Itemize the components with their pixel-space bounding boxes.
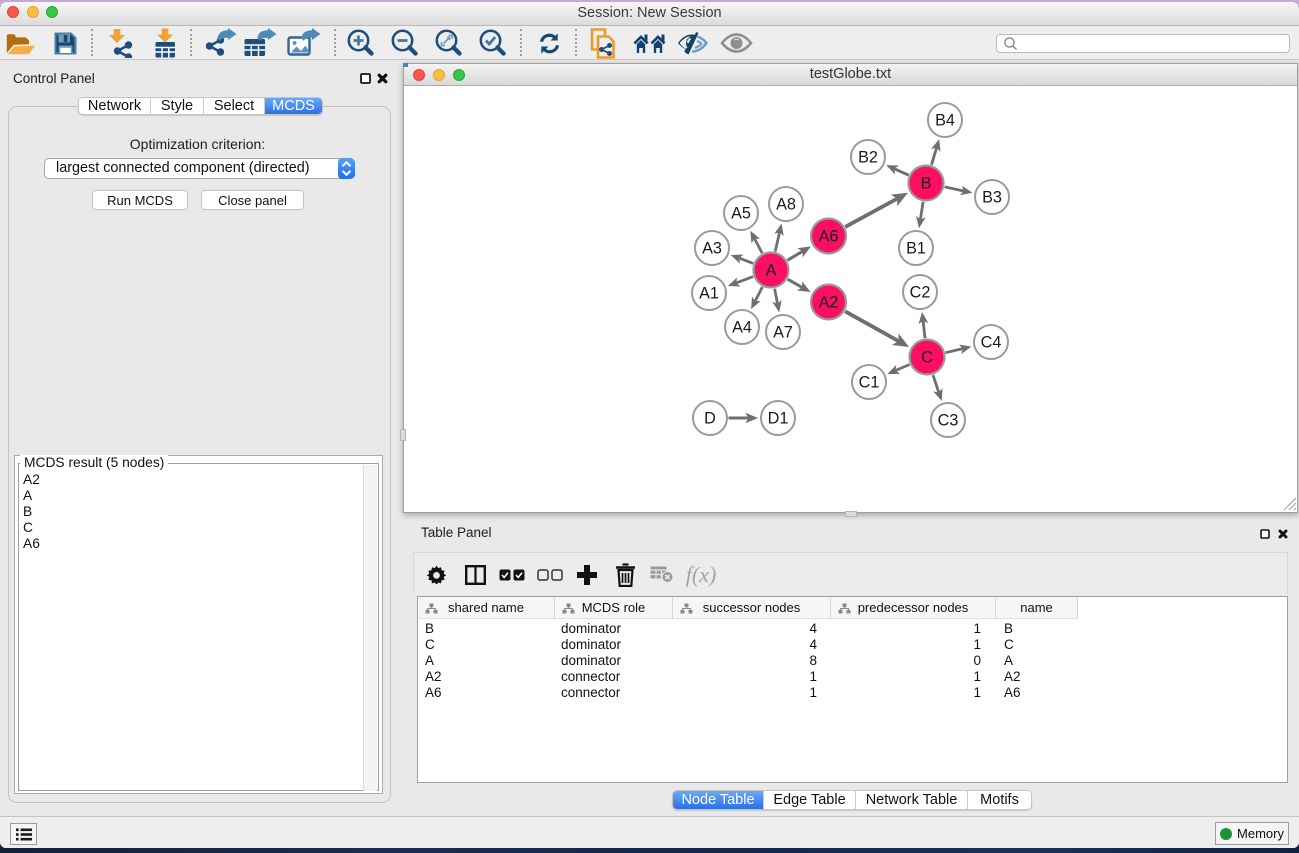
svg-text:A: A [766,262,777,280]
svg-text:A3: A3 [702,240,722,258]
svg-text:B: B [921,175,932,193]
svg-text:A2: A2 [819,294,839,312]
svg-text:C: C [921,349,933,367]
svg-text:C3: C3 [938,412,959,430]
svg-text:B1: B1 [906,240,926,258]
svg-text:C2: C2 [910,284,931,302]
svg-text:B3: B3 [982,189,1002,207]
svg-text:A6: A6 [819,228,839,246]
svg-text:B4: B4 [935,112,955,130]
svg-text:C4: C4 [981,334,1002,352]
svg-text:A5: A5 [731,205,751,223]
svg-text:A8: A8 [776,196,796,214]
svg-text:C1: C1 [859,374,880,392]
svg-text:B2: B2 [858,149,878,167]
svg-text:D1: D1 [768,410,789,428]
svg-text:A7: A7 [773,324,793,342]
svg-text:A1: A1 [699,285,719,303]
svg-text:A4: A4 [732,319,752,337]
svg-text:D: D [704,410,716,428]
